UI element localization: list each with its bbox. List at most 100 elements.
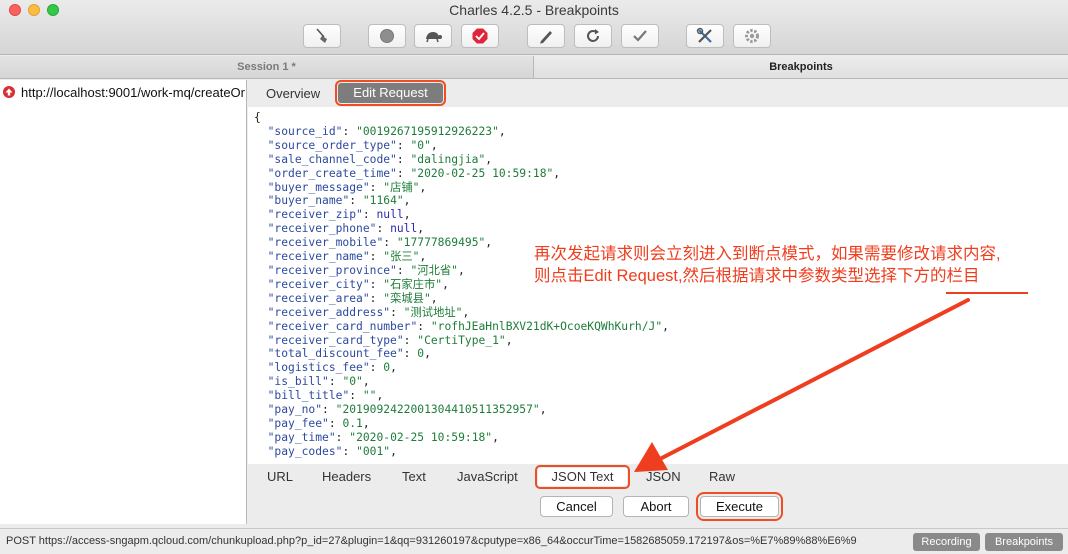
recording-status-button[interactable]: Recording [913, 533, 980, 551]
json-line: "is_bill": "0", [267, 375, 370, 389]
tools-button[interactable] [686, 24, 724, 48]
json-key: receiver_card_number [274, 319, 411, 333]
json-key: receiver_province [274, 263, 391, 277]
compose-button[interactable] [527, 24, 565, 48]
json-line: "receiver_card_number": "rofhJEaHnlBXV21… [267, 319, 669, 333]
json-key: pay_codes [274, 444, 336, 458]
json-key: is_bill [274, 375, 323, 389]
list-item-label: http://localhost:9001/work-mq/createOr [21, 84, 245, 100]
tab-breakpoints[interactable]: Breakpoints [533, 56, 1068, 78]
json-line: "source_id": "0019267195912926223", [267, 124, 506, 138]
tab-headers[interactable]: Headers [322, 468, 371, 486]
title-bar: Charles 4.2.5 - Breakpoints [0, 0, 1068, 55]
json-line: "source_order_type": "0", [267, 138, 438, 152]
repeat-button[interactable] [574, 24, 612, 48]
checkmark-icon [633, 30, 647, 42]
gear-icon [745, 29, 759, 43]
json-key: pay_time [274, 430, 329, 444]
clear-session-button[interactable] [303, 24, 341, 48]
json-key: receiver_area [274, 291, 363, 305]
json-line: "buyer_message": "店铺", [267, 180, 427, 194]
json-line: "order_create_time": "2020-02-25 10:59:1… [267, 166, 561, 180]
throttle-turtle-icon [426, 32, 442, 43]
tab-session[interactable]: Session 1 * [0, 56, 533, 78]
json-line: "pay_no": "2019092422001304410511352957"… [267, 403, 547, 417]
json-key: buyer_message [274, 180, 363, 194]
throttle-button[interactable] [414, 24, 452, 48]
tools-icon [696, 27, 712, 43]
json-value: "001" [356, 444, 391, 458]
json-value: "0" [410, 138, 431, 152]
breakpoints-toggle-button[interactable] [461, 24, 499, 48]
json-line: "pay_fee": 0.1, [267, 416, 370, 430]
json-value: "0019267195912926223" [356, 124, 499, 138]
json-value: "17777869495" [396, 236, 486, 250]
json-key: pay_no [274, 403, 316, 417]
json-key: receiver_card_type [274, 333, 397, 347]
json-key: bill_title [274, 389, 343, 403]
json-value: "2020-02-25 10:59:18" [349, 430, 493, 444]
json-value: "2019092422001304410511352957" [335, 403, 540, 417]
json-key: receiver_city [274, 277, 363, 291]
json-line: "sale_channel_code": "dalingjia", [267, 152, 493, 166]
tab-raw[interactable]: Raw [709, 468, 735, 486]
json-key: logistics_fee [274, 361, 363, 375]
broom-icon [316, 28, 327, 43]
settings-button[interactable] [733, 24, 771, 48]
json-key: receiver_address [274, 305, 384, 319]
record-button[interactable] [368, 24, 406, 48]
json-line: "receiver_card_type": "CertiType_1", [267, 333, 513, 347]
json-key: receiver_name [274, 250, 363, 264]
refresh-icon [587, 29, 599, 42]
session-tab-bar: Session 1 * Breakpoints [0, 56, 1068, 79]
cancel-button[interactable]: Cancel [540, 496, 613, 517]
tab-overview[interactable]: Overview [266, 86, 320, 101]
json-value: 0 [417, 347, 425, 361]
breakpoint-stop-icon [472, 28, 488, 44]
json-line: "buyer_name": "1164", [267, 194, 411, 208]
json-value: "张三" [383, 250, 420, 264]
json-value: "rofhJEaHnlBXV21dK+OcoeKQWhKurh/J" [430, 319, 663, 333]
json-value: null [376, 208, 404, 222]
abort-button[interactable]: Abort [623, 496, 689, 517]
validate-button[interactable] [621, 24, 659, 48]
json-value: "dalingjia" [410, 152, 486, 166]
json-value: "" [362, 389, 377, 403]
json-line: "bill_title": "", [267, 389, 384, 403]
breakpoint-detail: Overview Edit Request { "source_id": "00… [248, 80, 1068, 524]
tab-json-text[interactable]: JSON Text [535, 465, 630, 489]
annotation-line: 则点击Edit Request,然后根据请求中参数类型选择下方的栏目 [534, 267, 980, 285]
status-text: POST https://access-sngapm.qcloud.com/ch… [6, 535, 857, 547]
json-value: "CertiType_1" [417, 333, 506, 347]
json-value: "2020-02-25 10:59:18" [410, 166, 554, 180]
status-bar: POST https://access-sngapm.qcloud.com/ch… [0, 528, 1068, 554]
annotation-line: 再次发起请求则会立刻进入到断点模式，如果需要修改请求内容, [534, 245, 1001, 263]
json-value: 0 [383, 361, 391, 375]
json-value: null [390, 222, 418, 236]
json-value: "1164" [362, 194, 404, 208]
json-key: source_order_type [274, 138, 391, 152]
breakpoint-up-icon [3, 86, 15, 98]
execute-button[interactable]: Execute [696, 492, 783, 521]
json-value: "栾城县" [383, 291, 431, 305]
tab-javascript[interactable]: JavaScript [457, 468, 518, 486]
json-key: sale_channel_code [274, 152, 391, 166]
json-line: "pay_codes": "001", [267, 444, 397, 458]
tab-text[interactable]: Text [402, 468, 426, 486]
json-key: receiver_zip [274, 208, 357, 222]
pen-icon [540, 31, 552, 44]
annotation-underline [946, 292, 1028, 294]
json-key: order_create_time [274, 166, 391, 180]
json-line: "receiver_zip": null, [267, 208, 411, 222]
list-item[interactable]: http://localhost:9001/work-mq/createOr [0, 82, 246, 102]
json-value: "店铺" [383, 180, 420, 194]
breakpoints-status-button[interactable]: Breakpoints [985, 533, 1063, 551]
annotation-text: 再次发起请求则会立刻进入到断点模式，如果需要修改请求内容, 则点击Edit Re… [534, 243, 1064, 287]
tab-url[interactable]: URL [267, 468, 293, 486]
window-title: Charles 4.2.5 - Breakpoints [449, 2, 619, 18]
tab-edit-request[interactable]: Edit Request [335, 80, 446, 106]
tab-json[interactable]: JSON [646, 468, 681, 486]
json-line: "total_discount_fee": 0, [267, 347, 431, 361]
json-value: "石家庄市" [383, 277, 443, 291]
json-line: "receiver_address": "测试地址", [267, 305, 470, 319]
